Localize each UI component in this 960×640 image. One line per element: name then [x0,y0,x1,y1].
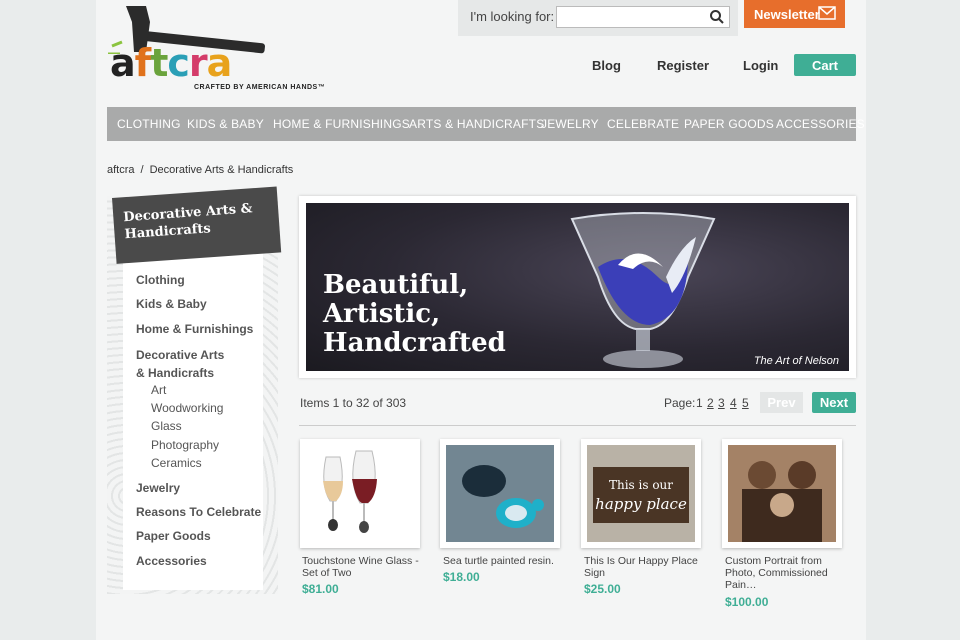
sidebar-item-reasons-to-celebrate[interactable]: Reasons To Celebrate [136,505,261,519]
prev-page-button[interactable]: Prev [760,392,803,413]
product-image-happy-place-sign[interactable]: This is our happy place [581,439,701,548]
search-bar: I'm looking for: [458,0,738,36]
sidebar-item-decorative-arts[interactable]: Decorative Arts & Handicrafts [136,346,236,382]
nav-item-celebrate[interactable]: CELEBRATE [607,117,679,131]
aftcra-logo[interactable]: aftcra CRAFTED BY AMERICAN HANDS™ [106,4,325,94]
product-price-happy-place-sign: $25.00 [584,582,621,596]
product-image-custom-portrait[interactable] [722,439,842,548]
banner-credit: The Art of Nelson [753,355,839,367]
product-name-happy-place-sign[interactable]: This Is Our Happy Place Sign [584,555,704,579]
breadcrumb-current: Decorative Arts & Handicrafts [149,164,294,176]
sidebar-subitem-glass[interactable]: Glass [151,419,182,433]
nav-item-clothing[interactable]: CLOTHING [117,117,181,131]
martini-glass-image [570,212,716,368]
search-input[interactable] [556,6,730,28]
nav-item-arts-handicrafts[interactable]: ARTS & HANDICRAFTS [409,117,544,131]
wine-glasses-photo [306,445,414,542]
page-4-link[interactable]: 4 [730,396,737,410]
nav-item-accessories[interactable]: ACCESSORIES [776,117,865,131]
svg-text:happy place: happy place [595,495,687,513]
register-link[interactable]: Register [657,58,709,73]
nav-item-kids-baby[interactable]: KIDS & BABY [187,117,264,131]
sidebar-title: Decorative Arts & Handicrafts [112,186,282,264]
product-name-sea-turtle[interactable]: Sea turtle painted resin. [443,555,563,567]
sidebar-item-home-furnishings[interactable]: Home & Furnishings [136,322,253,336]
sidebar-item-jewelry[interactable]: Jewelry [136,481,180,495]
banner-headline: Beautiful, Artistic, Handcrafted [323,270,506,358]
page-3-link[interactable]: 3 [718,396,725,410]
sidebar-subitem-woodworking[interactable]: Woodworking [151,401,223,415]
product-name-custom-portrait[interactable]: Custom Portrait from Photo, Commissioned… [725,555,845,591]
svg-text:This is our: This is our [609,478,673,492]
sidebar-subitem-art[interactable]: Art [151,383,166,397]
logo-wordmark: aftcra [110,41,232,85]
page-5-link[interactable]: 5 [742,396,749,410]
logo-tagline: CRAFTED BY AMERICAN HANDS™ [194,84,326,91]
custom-portrait-photo [728,445,836,542]
sea-turtle-photo [446,445,554,542]
page-label: Page: [664,396,696,410]
breadcrumb-home[interactable]: aftcra [107,164,135,176]
breadcrumb: aftcra / Decorative Arts & Handicrafts [107,164,293,176]
sidebar-item-clothing[interactable]: Clothing [136,273,185,287]
blog-link[interactable]: Blog [592,58,621,73]
search-label: I'm looking for: [470,9,555,24]
page-2-link[interactable]: 2 [707,396,714,410]
next-page-button[interactable]: Next [812,392,856,413]
envelope-icon [818,6,836,20]
cart-button[interactable]: Cart [794,54,856,76]
nav-item-home-furnishings[interactable]: HOME & FURNISHINGS [273,117,410,131]
product-price-sea-turtle: $18.00 [443,570,480,584]
hero-banner[interactable]: Beautiful, Artistic, Handcrafted The Art… [306,203,849,371]
items-count: Items 1 to 32 of 303 [300,396,407,410]
search-icon[interactable] [708,8,726,26]
sidebar-item-accessories[interactable]: Accessories [136,554,207,568]
sidebar-subitem-photography[interactable]: Photography [151,438,219,452]
product-price-custom-portrait: $100.00 [725,595,769,609]
product-image-wine-glass[interactable] [300,439,420,548]
nav-item-jewelry[interactable]: JEWELRY [541,117,599,131]
sidebar-item-kids-baby[interactable]: Kids & Baby [136,297,207,311]
sidebar-subitem-ceramics[interactable]: Ceramics [151,456,202,470]
product-name-wine-glass[interactable]: Touchstone Wine Glass - Set of Two [302,555,422,579]
breadcrumb-separator: / [140,164,144,176]
sidebar-item-paper-goods[interactable]: Paper Goods [136,529,211,543]
nav-item-paper-goods[interactable]: PAPER GOODS [684,117,774,131]
product-image-sea-turtle[interactable] [440,439,560,548]
divider [299,425,856,426]
main-nav: CLOTHING KIDS & BABY HOME & FURNISHINGS … [107,107,865,141]
page-1-link[interactable]: 1 [696,396,703,410]
login-link[interactable]: Login [743,58,778,73]
happy-place-sign-photo: This is our happy place [587,445,695,542]
product-price-wine-glass: $81.00 [302,582,339,596]
